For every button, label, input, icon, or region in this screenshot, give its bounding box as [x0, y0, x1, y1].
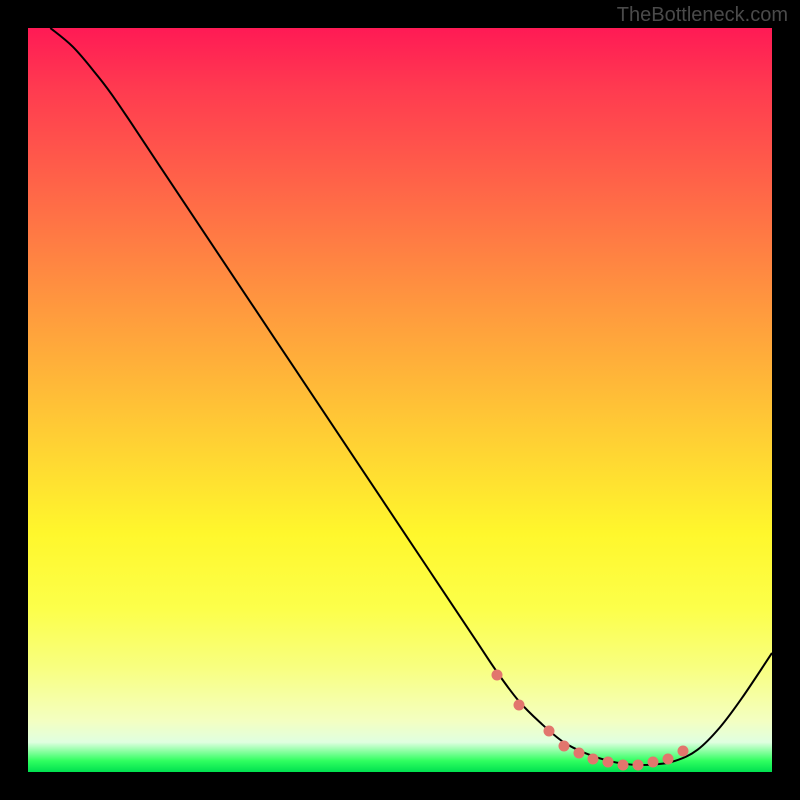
- highlighted-dot: [514, 700, 525, 711]
- highlighted-dot: [633, 759, 644, 770]
- chart-plot-area: [28, 28, 772, 772]
- highlighted-dot: [491, 670, 502, 681]
- highlighted-dot: [647, 757, 658, 768]
- highlighted-dot: [662, 753, 673, 764]
- highlighted-dot: [573, 748, 584, 759]
- watermark-text: TheBottleneck.com: [617, 4, 788, 27]
- bottleneck-curve: [50, 28, 772, 765]
- highlighted-dot: [603, 757, 614, 768]
- highlighted-dot: [543, 726, 554, 737]
- highlighted-dot: [558, 740, 569, 751]
- highlighted-dot: [677, 746, 688, 757]
- highlighted-dot: [588, 753, 599, 764]
- curve-layer: [28, 28, 772, 772]
- highlighted-dot: [618, 759, 629, 770]
